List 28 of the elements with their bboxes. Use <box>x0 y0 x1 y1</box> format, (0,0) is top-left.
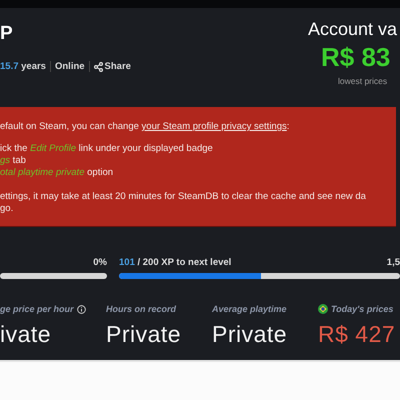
stat-value: ivate <box>0 321 52 348</box>
account-age: 15.7 years <box>0 61 46 72</box>
stat-value: Private <box>106 321 182 348</box>
step-text: gs tab <box>0 155 27 167</box>
stat-label: Average playtime <box>212 304 287 314</box>
step-text: otal playtime private option <box>0 167 114 179</box>
share-icon <box>94 62 103 72</box>
flag-icon <box>318 304 328 314</box>
stat-label: ge price per hour <box>0 304 74 314</box>
account-value: R$ 83 <box>321 42 390 73</box>
stat-label: Hours on record <box>106 304 176 314</box>
notice-text: ettings, it may take at least 20 minutes for SteamDB to clear the cache and see new da <box>0 191 367 203</box>
account-value-title: Account va <box>308 19 398 40</box>
price-note: lowest prices <box>338 76 388 86</box>
xp-label: 101 / 200 XP to next level <box>119 257 232 270</box>
privacy-settings-link[interactable]: your Steam profile privacy settings <box>142 121 287 132</box>
notice-text: go. <box>0 203 14 215</box>
progress-reading: 0% <box>93 257 107 270</box>
profile-name: P <box>0 23 14 46</box>
step-text: ick the Edit Profile link under your displayed badge <box>0 143 214 155</box>
share-link[interactable]: Share <box>94 61 131 72</box>
notice-text: efault on Steam, you can change your Steam profile privacy settings: <box>0 121 290 133</box>
online-status: Online <box>54 61 85 72</box>
stat-label: Today's prices <box>331 304 394 314</box>
progress-reading: 1,5 <box>386 257 400 270</box>
stat-value: Private <box>212 321 288 348</box>
stat-value: R$ 427 <box>318 321 396 348</box>
info-icon[interactable] <box>76 304 86 314</box>
